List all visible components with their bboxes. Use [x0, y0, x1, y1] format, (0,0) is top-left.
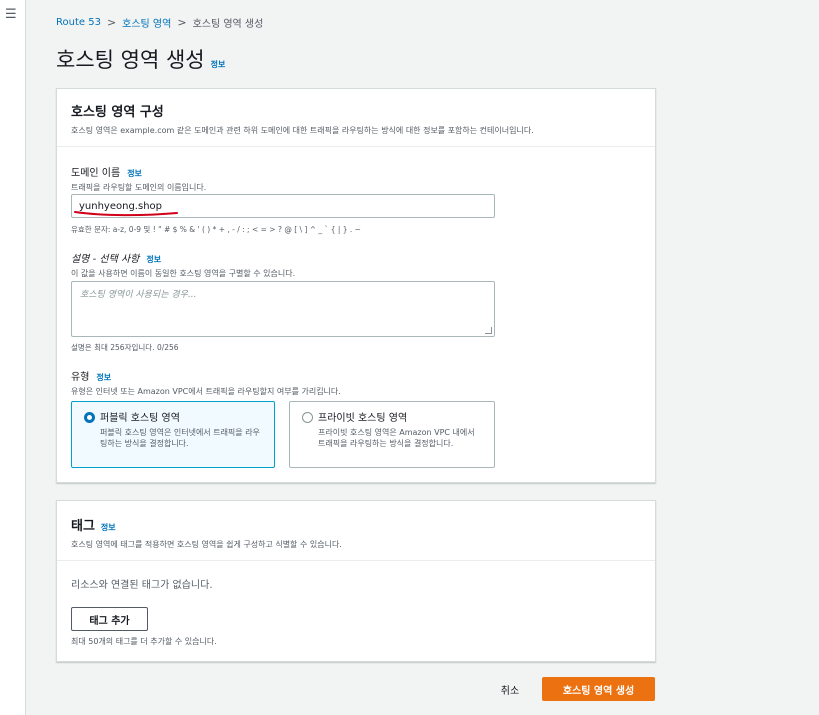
- chevron-right-icon: >: [106, 16, 117, 29]
- config-description: 호스팅 영역은 example.com 같은 도메인과 관련 하위 도메인에 대…: [71, 126, 534, 135]
- hamburger-icon[interactable]: ☰: [5, 8, 17, 21]
- tags-empty-message: 리소스와 연결된 태그가 없습니다.: [71, 580, 213, 591]
- config-heading: 호스팅 영역 구성: [71, 105, 164, 120]
- add-tag-button[interactable]: 태그 추가: [71, 607, 148, 631]
- page-info-link[interactable]: 정보: [211, 59, 226, 70]
- description-field-description: 이 값을 사용하면 이름이 동일한 호스팅 영역을 구별할 수 있습니다.: [71, 269, 296, 278]
- breadcrumb: Route 53 > 호스팅 영역 > 호스팅 영역 생성: [56, 15, 263, 30]
- domain-name-description: 트래픽을 라우팅할 도메인의 이름입니다.: [71, 183, 207, 192]
- create-hosted-zone-button[interactable]: 호스팅 영역 생성: [542, 677, 655, 701]
- breadcrumb-current: 호스팅 영역 생성: [192, 19, 264, 30]
- private-zone-radio[interactable]: [302, 412, 313, 423]
- config-panel-header: 호스팅 영역 구성 호스팅 영역은 example.com 같은 도메인과 관련…: [57, 89, 655, 147]
- tags-panel-header: 태그 정보 호스팅 영역에 태그를 적용하면 호스팅 영역을 쉽게 구성하고 식…: [57, 501, 655, 561]
- cancel-button[interactable]: 취소: [490, 677, 530, 701]
- chevron-right-icon: >: [177, 16, 187, 29]
- page-title-text: 호스팅 영역 생성: [56, 48, 205, 72]
- public-zone-title: 퍼블릭 호스팅 영역: [100, 413, 180, 424]
- type-description: 유형은 인터넷 또는 Amazon VPC에서 트래픽을 라우팅할지 여부를 가…: [71, 387, 341, 396]
- domain-name-label: 도메인 이름: [71, 168, 121, 179]
- tags-info-link[interactable]: 정보: [101, 522, 116, 533]
- page-title: 호스팅 영역 생성 정보: [56, 44, 225, 74]
- side-navigation-strip: ☰: [0, 0, 26, 715]
- domain-name-field: 도메인 이름 정보 트래픽을 라우팅할 도메인의 이름입니다.: [71, 164, 206, 193]
- tags-limit-text: 최대 50개의 태그를 더 추가할 수 있습니다.: [71, 637, 217, 646]
- tags-description: 호스팅 영역에 태그를 적용하면 호스팅 영역을 쉽게 구성하고 식별할 수 있…: [71, 540, 342, 549]
- type-field: 유형 정보 유형은 인터넷 또는 Amazon VPC에서 트래픽을 라우팅할지…: [71, 368, 341, 397]
- description-info-link[interactable]: 정보: [146, 254, 161, 265]
- description-constraint: 설명은 최대 256자입니다. 0/256: [71, 343, 179, 352]
- red-underline-annotation: [74, 211, 178, 217]
- type-label: 유형: [71, 372, 90, 383]
- description-textarea[interactable]: 호스팅 영역이 사용되는 경우...: [71, 281, 495, 337]
- breadcrumb-route53[interactable]: Route 53: [56, 17, 101, 28]
- hosted-zone-config-panel: 호스팅 영역 구성 호스팅 영역은 example.com 같은 도메인과 관련…: [56, 88, 656, 483]
- description-label: 설명 - 선택 사항: [71, 254, 140, 265]
- private-zone-title: 프라이빗 호스팅 영역: [318, 413, 408, 424]
- resize-grip-icon[interactable]: [485, 327, 492, 334]
- public-zone-radio[interactable]: [84, 412, 95, 423]
- type-info-link[interactable]: 정보: [96, 372, 111, 383]
- public-zone-description: 퍼블릭 호스팅 영역은 인터넷에서 트래픽을 라우팅하는 방식을 결정합니다.: [100, 428, 260, 448]
- tags-panel: 태그 정보 호스팅 영역에 태그를 적용하면 호스팅 영역을 쉽게 구성하고 식…: [56, 500, 656, 662]
- public-hosted-zone-tile[interactable]: 퍼블릭 호스팅 영역 퍼블릭 호스팅 영역은 인터넷에서 트래픽을 라우팅하는 …: [71, 401, 275, 468]
- private-hosted-zone-tile[interactable]: 프라이빗 호스팅 영역 프라이빗 호스팅 영역은 Amazon VPC 내에서 …: [289, 401, 495, 468]
- description-placeholder: 호스팅 영역이 사용되는 경우...: [80, 290, 197, 300]
- domain-info-link[interactable]: 정보: [127, 168, 142, 179]
- breadcrumb-hosted-zones[interactable]: 호스팅 영역: [122, 15, 171, 30]
- tags-heading: 태그: [71, 519, 95, 534]
- private-zone-description: 프라이빗 호스팅 영역은 Amazon VPC 내에서 트래픽을 라우팅하는 방…: [318, 428, 475, 448]
- description-field: 설명 - 선택 사항 정보 이 값을 사용하면 이름이 동일한 호스팅 영역을 …: [71, 250, 295, 279]
- domain-name-constraint: 유효한 문자: a-z, 0-9 및 ! " # $ % & ' ( ) * +…: [71, 225, 361, 234]
